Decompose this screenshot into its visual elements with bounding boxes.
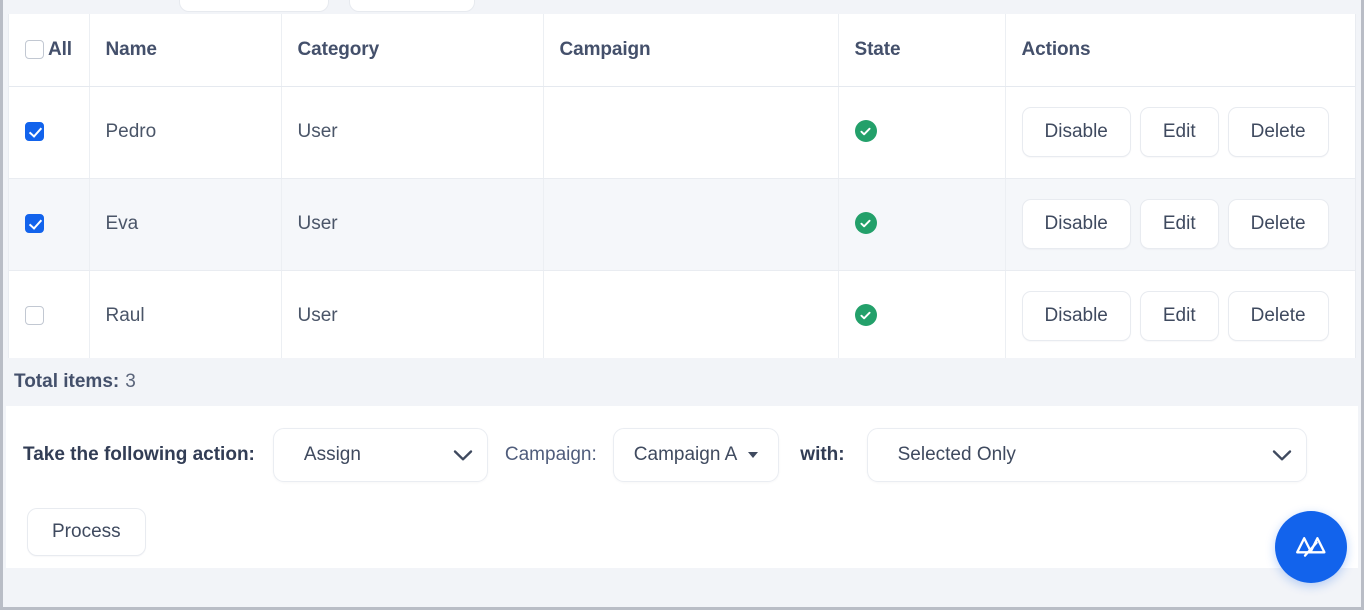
- chevron-down-icon: [453, 449, 473, 460]
- column-header-campaign: Campaign: [543, 14, 839, 87]
- delete-button[interactable]: Delete: [1227, 291, 1329, 341]
- disable-button[interactable]: Disable: [1021, 199, 1131, 249]
- delete-button[interactable]: Delete: [1227, 199, 1329, 249]
- bulk-actions-panel: Take the following action: Assign Campai…: [6, 406, 1358, 568]
- column-header-state: State: [838, 14, 1006, 87]
- cell-category: User: [281, 86, 544, 179]
- campaign-dropdown-button[interactable]: Campaign A: [612, 428, 780, 482]
- row-checkbox[interactable]: [25, 214, 44, 234]
- campaign-dropdown-value: Campaign A: [633, 444, 738, 465]
- column-header-select: All: [9, 14, 90, 87]
- check-circle-icon: [854, 304, 877, 327]
- cell-campaign: [543, 270, 839, 363]
- column-header-name: Name: [89, 14, 282, 87]
- campaign-label: Campaign:: [504, 444, 597, 465]
- cell-campaign: [543, 178, 839, 271]
- disable-button[interactable]: Disable: [1021, 107, 1131, 157]
- delete-button[interactable]: Delete: [1227, 107, 1329, 157]
- edit-button[interactable]: Edit: [1139, 291, 1219, 341]
- total-items-value: 3: [125, 371, 136, 392]
- app-frame: All Name Category Campaign State Actions: [0, 0, 1364, 610]
- cell-name: Eva: [89, 178, 282, 271]
- table-body: Pedro User Disable Edit Delete Eva User …: [9, 86, 1355, 363]
- scope-select-value: Selected Only: [897, 444, 1016, 465]
- process-button[interactable]: Process: [27, 508, 146, 556]
- with-label: with:: [800, 444, 845, 465]
- top-cutoff-strip: [3, 0, 1361, 14]
- cell-state: [838, 178, 1006, 271]
- row-select-cell: [9, 178, 90, 271]
- row-select-cell: [9, 270, 90, 363]
- scope-select[interactable]: Selected Only: [866, 428, 1307, 482]
- action-select[interactable]: Assign: [272, 428, 488, 482]
- row-checkbox[interactable]: [25, 306, 44, 326]
- row-checkbox[interactable]: [25, 122, 44, 142]
- select-all-checkbox[interactable]: [25, 40, 44, 60]
- cell-campaign: [543, 86, 839, 179]
- mountain-logo-icon: [1296, 537, 1326, 557]
- cell-actions: Disable Edit Delete: [1005, 270, 1355, 363]
- bulk-actions-row: Take the following action: Assign Campai…: [23, 428, 1341, 482]
- cell-name: Pedro: [89, 86, 282, 179]
- check-circle-icon: [854, 120, 877, 143]
- cell-state: [838, 86, 1006, 179]
- table-row: Eva User Disable Edit Delete: [9, 178, 1355, 271]
- floating-action-button[interactable]: [1275, 511, 1347, 583]
- edit-button[interactable]: Edit: [1139, 199, 1219, 249]
- take-action-label: Take the following action:: [23, 444, 255, 465]
- check-circle-icon: [854, 212, 877, 235]
- select-all-label: All: [48, 38, 72, 60]
- column-header-category: Category: [281, 14, 544, 87]
- table-header: All Name Category Campaign State Actions: [9, 14, 1355, 87]
- edit-button[interactable]: Edit: [1139, 107, 1219, 157]
- cell-category: User: [281, 178, 544, 271]
- table-row: Pedro User Disable Edit Delete: [9, 86, 1355, 179]
- total-items-label: Total items:: [14, 371, 120, 392]
- total-items-bar: Total items: 3: [6, 358, 1358, 406]
- cell-name: Raul: [89, 270, 282, 363]
- cell-category: User: [281, 270, 544, 363]
- disable-button[interactable]: Disable: [1021, 291, 1131, 341]
- users-table: All Name Category Campaign State Actions: [9, 14, 1355, 363]
- users-table-card: All Name Category Campaign State Actions: [8, 14, 1356, 364]
- chevron-down-icon: [1272, 449, 1291, 460]
- cell-state: [838, 270, 1006, 363]
- table-header-row: All Name Category Campaign State Actions: [9, 14, 1355, 87]
- column-header-actions: Actions: [1005, 14, 1355, 87]
- action-select-value: Assign: [303, 444, 361, 465]
- cell-actions: Disable Edit Delete: [1005, 178, 1355, 271]
- row-select-cell: [9, 86, 90, 179]
- cutoff-widget-right[interactable]: [349, 0, 475, 12]
- cutoff-widget-left[interactable]: [179, 0, 329, 12]
- cell-actions: Disable Edit Delete: [1005, 86, 1355, 179]
- caret-down-icon: [748, 452, 759, 458]
- table-row: Raul User Disable Edit Delete: [9, 270, 1355, 363]
